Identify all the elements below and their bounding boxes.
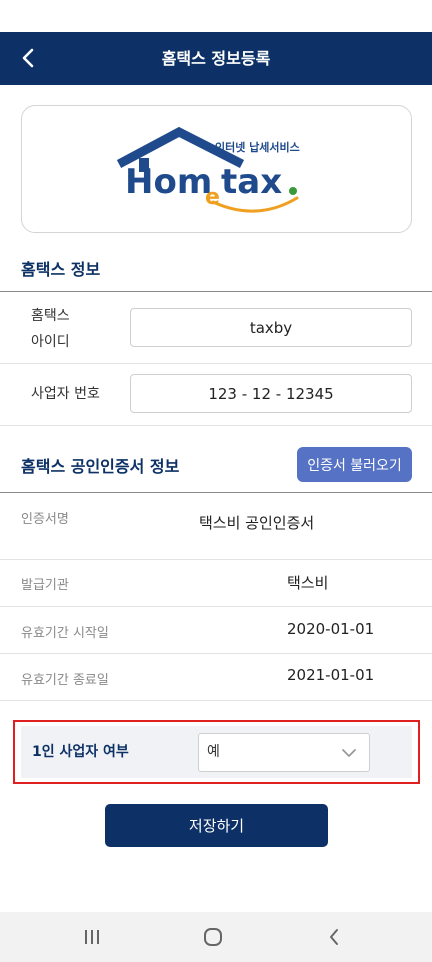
business-number-input[interactable]: 123 - 12 - 12345 bbox=[130, 374, 412, 413]
hometax-id-label: 홈택스 아이디 bbox=[31, 303, 70, 355]
svg-text:인터넷 납세서비스: 인터넷 납세서비스 bbox=[215, 140, 300, 154]
hometax-info-title: 홈택스 정보 bbox=[21, 260, 101, 279]
divider bbox=[0, 425, 432, 426]
issuer-label: 발급기관 bbox=[21, 578, 69, 593]
valid-from-label: 유효기간 시작일 bbox=[21, 626, 109, 641]
sole-proprietor-row: 1인 사업자 여부 예 bbox=[21, 726, 412, 778]
svg-text:Hom: Hom bbox=[125, 162, 212, 202]
home-button[interactable] bbox=[183, 912, 243, 962]
divider bbox=[0, 653, 432, 654]
hometax-id-input[interactable]: taxby bbox=[130, 308, 412, 347]
recent-apps-icon bbox=[85, 930, 99, 944]
divider bbox=[0, 700, 432, 701]
recent-apps-button[interactable] bbox=[62, 912, 122, 962]
home-icon bbox=[204, 928, 222, 946]
save-button[interactable]: 저장하기 bbox=[105, 804, 328, 847]
svg-text:e: e bbox=[205, 185, 220, 210]
hometax-id-label-line2: 아이디 bbox=[31, 334, 70, 350]
divider bbox=[0, 559, 432, 560]
status-bar bbox=[0, 0, 432, 32]
hometax-logo-card: 인터넷 납세서비스 Hom e tax bbox=[21, 105, 412, 233]
divider bbox=[0, 606, 432, 607]
divider bbox=[0, 291, 432, 292]
load-certificate-button[interactable]: 인증서 불러오기 bbox=[297, 447, 412, 482]
hometax-id-label-line1: 홈택스 bbox=[31, 308, 70, 324]
svg-text:tax: tax bbox=[221, 162, 282, 202]
chevron-down-icon bbox=[342, 749, 356, 757]
system-back-button[interactable] bbox=[304, 912, 364, 962]
valid-from-value: 2020-01-01 bbox=[287, 620, 375, 638]
system-nav-bar bbox=[0, 912, 432, 962]
sole-proprietor-select[interactable]: 예 bbox=[198, 733, 370, 772]
divider bbox=[0, 492, 432, 493]
issuer-value: 택스비 bbox=[287, 574, 329, 592]
business-number-label: 사업자 번호 bbox=[31, 386, 100, 402]
sole-proprietor-label: 1인 사업자 여부 bbox=[32, 744, 129, 760]
certificate-name-value: 택스비 공인인증서 bbox=[199, 514, 315, 532]
hometax-logo: 인터넷 납세서비스 Hom e tax bbox=[116, 126, 300, 213]
select-value: 예 bbox=[207, 744, 220, 760]
divider bbox=[0, 363, 432, 364]
back-icon bbox=[330, 929, 338, 945]
valid-to-label: 유효기간 종료일 bbox=[21, 673, 109, 688]
app-header: 홈택스 정보등록 bbox=[0, 32, 432, 85]
certificate-name-label: 인증서명 bbox=[21, 512, 69, 527]
valid-to-value: 2021-01-01 bbox=[287, 666, 375, 684]
certificate-info-title: 홈택스 공인인증서 정보 bbox=[21, 457, 180, 476]
page-title: 홈택스 정보등록 bbox=[161, 49, 271, 68]
